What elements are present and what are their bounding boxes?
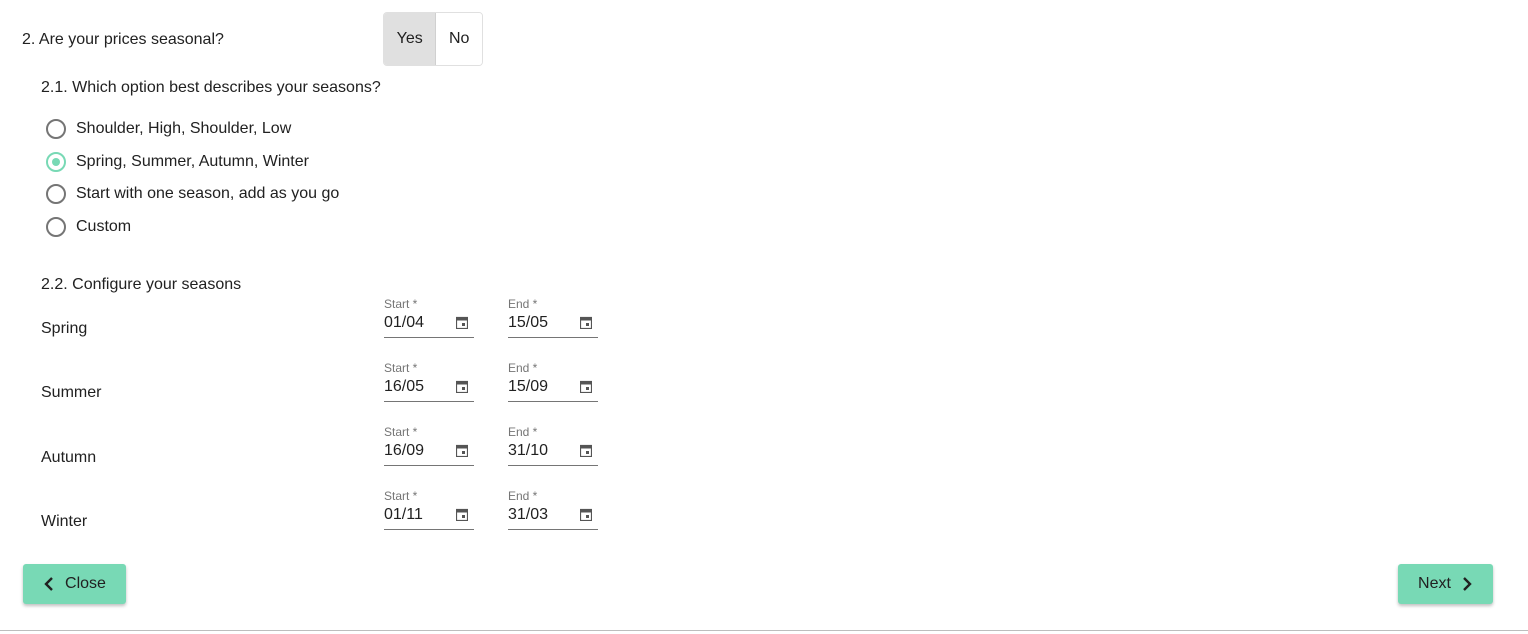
input-underline (384, 401, 474, 402)
radio-button[interactable] (46, 217, 66, 237)
input-underline (508, 465, 598, 466)
input-underline (384, 465, 474, 466)
end-date-label: End * (508, 297, 538, 311)
start-date-value[interactable]: 16/05 (384, 378, 424, 396)
season-name-autumn: Autumn (41, 449, 97, 466)
spring-start-date-field[interactable]: Start * 01/04 (384, 297, 474, 338)
next-button[interactable]: Next (1398, 564, 1493, 604)
radio-button-checked[interactable] (46, 152, 66, 172)
next-button-label: Next (1418, 575, 1451, 592)
calendar-icon[interactable] (580, 508, 592, 521)
calendar-icon[interactable] (456, 444, 468, 457)
input-underline (508, 337, 598, 338)
radio-option-shoulder-high[interactable]: Shoulder, High, Shoulder, Low (46, 117, 291, 141)
end-date-label: End * (508, 489, 538, 503)
seasonal-toggle-group: Yes No (383, 12, 483, 66)
input-underline (508, 401, 598, 402)
end-date-label: End * (508, 361, 538, 375)
start-date-value[interactable]: 01/11 (384, 506, 423, 524)
summer-end-date-field[interactable]: End * 15/09 (508, 361, 598, 402)
season-name-winter: Winter (41, 513, 88, 530)
close-button-label: Close (65, 575, 106, 592)
calendar-icon[interactable] (580, 380, 592, 393)
radio-option-label: Spring, Summer, Autumn, Winter (76, 153, 309, 170)
chevron-left-icon (44, 577, 53, 591)
input-underline (384, 529, 474, 530)
radio-option-label: Shoulder, High, Shoulder, Low (76, 120, 292, 137)
end-date-label: End * (508, 425, 538, 439)
seasonal-yes-button[interactable]: Yes (384, 13, 437, 65)
summer-start-date-field[interactable]: Start * 16/05 (384, 361, 474, 402)
spring-end-date-field[interactable]: End * 15/05 (508, 297, 598, 338)
winter-end-date-field[interactable]: End * 31/03 (508, 489, 598, 530)
start-date-value[interactable]: 01/04 (384, 314, 424, 332)
radio-option-custom[interactable]: Custom (46, 215, 131, 239)
start-date-label: Start * (384, 425, 418, 439)
close-button[interactable]: Close (23, 564, 126, 604)
calendar-icon[interactable] (580, 444, 592, 457)
question-season-type-label: 2.1. Which option best describes your se… (41, 79, 381, 96)
calendar-icon[interactable] (456, 508, 468, 521)
season-name-spring: Spring (41, 320, 88, 337)
end-date-value[interactable]: 15/09 (508, 378, 548, 396)
question-seasonal-label: 2. Are your prices seasonal? (22, 31, 224, 48)
start-date-label: Start * (384, 489, 418, 503)
end-date-value[interactable]: 15/05 (508, 314, 548, 332)
start-date-value[interactable]: 16/09 (384, 442, 424, 460)
radio-button[interactable] (46, 184, 66, 204)
calendar-icon[interactable] (456, 380, 468, 393)
end-date-value[interactable]: 31/10 (508, 442, 548, 460)
radio-option-label: Start with one season, add as you go (76, 185, 340, 202)
winter-start-date-field[interactable]: Start * 01/11 (384, 489, 474, 530)
season-name-summer: Summer (41, 384, 102, 401)
radio-option-spring-summer[interactable]: Spring, Summer, Autumn, Winter (46, 150, 309, 174)
radio-button[interactable] (46, 119, 66, 139)
input-underline (384, 337, 474, 338)
autumn-end-date-field[interactable]: End * 31/10 (508, 425, 598, 466)
input-underline (508, 529, 598, 530)
seasonal-no-button[interactable]: No (436, 13, 482, 65)
calendar-icon[interactable] (580, 316, 592, 329)
calendar-icon[interactable] (456, 316, 468, 329)
bottom-divider (0, 630, 1528, 631)
radio-option-label: Custom (76, 218, 132, 235)
start-date-label: Start * (384, 361, 418, 375)
question-configure-seasons-label: 2.2. Configure your seasons (41, 276, 242, 293)
chevron-right-icon (1463, 577, 1472, 591)
end-date-value[interactable]: 31/03 (508, 506, 548, 524)
start-date-label: Start * (384, 297, 418, 311)
autumn-start-date-field[interactable]: Start * 16/09 (384, 425, 474, 466)
radio-option-one-season[interactable]: Start with one season, add as you go (46, 182, 339, 206)
